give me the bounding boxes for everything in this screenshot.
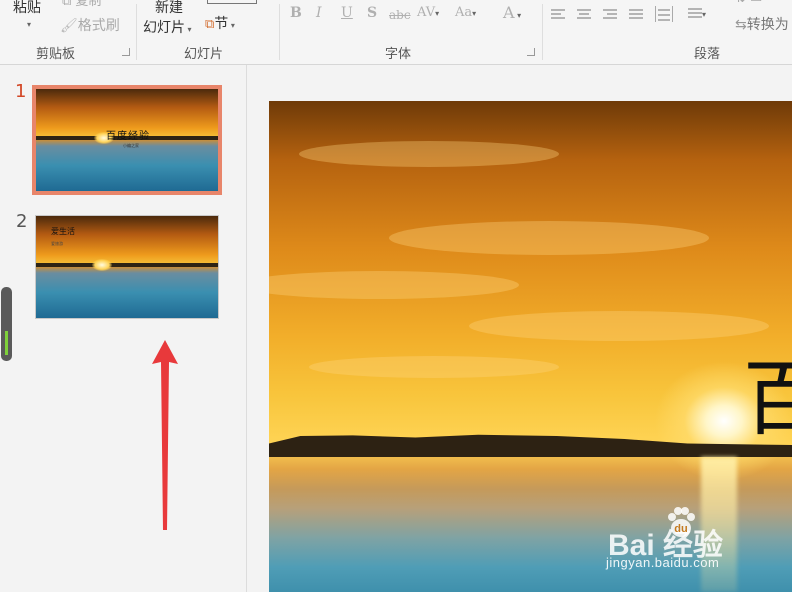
slide-thumbnail-2[interactable]: 爱生活 爱旅游: [35, 215, 219, 319]
change-case-button[interactable]: Aa▾: [455, 5, 476, 20]
slide-title[interactable]: 百: [743, 359, 792, 441]
thumbnail-hill: [36, 263, 218, 267]
paste-dropdown-icon[interactable]: ▾: [27, 20, 31, 29]
change-case-dropdown-icon: ▾: [472, 9, 477, 18]
paste-button[interactable]: 粘贴: [13, 0, 41, 17]
thumbnail-sun: [92, 259, 112, 271]
spacing-dropdown-icon: ▾: [435, 9, 440, 18]
shadow-button[interactable]: S: [367, 5, 377, 21]
section-dropdown-icon: ▾: [228, 21, 235, 30]
strikethrough-button[interactable]: abc: [389, 8, 411, 22]
paw-text: du: [674, 523, 687, 535]
watermark-url: jingyan.baidu.com: [606, 555, 720, 570]
layout-button[interactable]: [207, 0, 257, 4]
thumbnail-title: 百度经验: [106, 131, 150, 142]
new-slide-button[interactable]: 新建 幻灯片 ▾: [143, 0, 192, 37]
underline-button[interactable]: U: [341, 5, 353, 21]
new-slide-label-line1: 新建: [155, 0, 183, 16]
paw-icon: du: [668, 507, 695, 537]
copy-icon: ⧉: [62, 0, 76, 9]
thumbnail-title: 爱生活: [51, 227, 75, 236]
italic-button[interactable]: I: [316, 5, 322, 21]
font-group-label: 字体: [385, 47, 412, 62]
convert-smartart-button[interactable]: ⇆转换为: [735, 14, 789, 34]
clipboard-launcher-icon[interactable]: [122, 48, 130, 56]
clipboard-group-label: 剪贴板: [36, 47, 76, 62]
cloud-streak: [309, 356, 559, 378]
ribbon-separator: [542, 4, 543, 60]
convert-label: 转换为: [746, 17, 789, 33]
font-launcher-icon[interactable]: [527, 48, 535, 56]
font-color-label: A: [503, 3, 515, 22]
section-icon: ⧉: [205, 17, 215, 32]
font-color-button[interactable]: A ▾: [503, 3, 521, 22]
slide-canvas[interactable]: 百: [269, 101, 792, 592]
text-direction-button[interactable]: ⇅ ▭: [735, 0, 762, 6]
cloud-streak: [269, 271, 519, 299]
new-slide-dropdown-icon: ▾: [185, 25, 192, 34]
ribbon-separator: [136, 4, 137, 60]
ribbon-separator: [279, 4, 280, 60]
character-spacing-button[interactable]: AV▾: [417, 5, 439, 20]
slide-thumbnail-1[interactable]: 百度经验 小编之家: [32, 85, 222, 195]
character-spacing-label: AV: [417, 5, 436, 20]
paste-label: 粘贴: [13, 0, 41, 16]
slides-group-label: 幻灯片: [184, 47, 224, 62]
convert-icon: ⇆: [735, 17, 747, 33]
new-slide-label-line2: 幻灯片: [143, 20, 185, 36]
copy-label: 复制: [75, 0, 102, 9]
format-painter-button[interactable]: 🖌格式刷: [60, 15, 120, 35]
section-button[interactable]: ⧉节 ▾: [205, 13, 235, 33]
justify-icon[interactable]: [629, 9, 643, 21]
change-case-label: Aa: [455, 5, 473, 20]
ribbon: 粘贴 ▾ ⧉ 复制 🖌格式刷 剪贴板 新建 幻灯片 ▾ ⧉节 ▾ 幻灯片 B I…: [0, 0, 792, 65]
section-label: 节: [214, 16, 229, 32]
font-color-dropdown-icon: ▾: [514, 11, 522, 20]
thumbnail-subtitle: 小编之家: [123, 143, 139, 148]
thumbnail-subtitle: 爱旅游: [51, 241, 63, 246]
scroll-indicator: [5, 331, 8, 355]
align-right-icon[interactable]: [603, 9, 617, 21]
slide-number: 2: [16, 211, 28, 232]
format-painter-label: 格式刷: [77, 18, 120, 34]
format-painter-icon: 🖌: [60, 18, 78, 34]
cloud-streak: [389, 221, 709, 255]
pane-scroll-handle[interactable]: [1, 287, 12, 361]
distributed-icon[interactable]: [655, 6, 673, 22]
bold-button[interactable]: B: [290, 5, 302, 21]
slide-number: 1: [15, 81, 27, 102]
align-left-icon[interactable]: [551, 9, 565, 21]
columns-dropdown-icon: ▾: [702, 10, 707, 19]
paragraph-group-label: 段落: [694, 47, 721, 62]
slide-thumbnails-pane[interactable]: 1 百度经验 小编之家 2 爱生活 爱旅游: [0, 65, 247, 592]
cloud-streak: [469, 311, 769, 341]
cloud-streak: [299, 141, 559, 167]
red-arrow-annotation: [152, 340, 178, 530]
columns-icon[interactable]: ▾: [688, 8, 708, 22]
align-center-icon[interactable]: [577, 9, 591, 21]
copy-button[interactable]: ⧉ 复制: [62, 0, 101, 9]
